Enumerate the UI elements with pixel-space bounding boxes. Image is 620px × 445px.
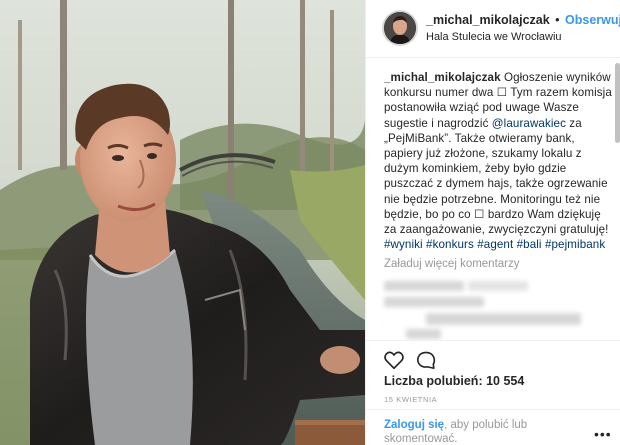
hashtag-link[interactable]: #pejmibank: [545, 238, 605, 251]
follow-button[interactable]: Obserwuj: [565, 13, 620, 27]
scrollbar-thumb[interactable]: [615, 63, 620, 143]
avatar[interactable]: [382, 10, 418, 46]
heart-icon[interactable]: [383, 349, 405, 371]
load-more-comments-button[interactable]: Załaduj więcej komentarzy: [384, 258, 520, 270]
caption-missing-glyph-1: ☐: [493, 86, 508, 100]
likes-count[interactable]: Liczba polubień: 10 554: [384, 374, 524, 388]
portrait-photo-illustration: [0, 0, 365, 445]
hashtag-link[interactable]: #bali: [517, 238, 542, 251]
blurred-comment: [468, 281, 528, 291]
caption-username[interactable]: _michal_mikolajczak: [384, 71, 501, 84]
hashtag-link[interactable]: #wyniki: [384, 238, 423, 251]
header-username[interactable]: _michal_mikolajczak: [426, 13, 550, 27]
comments-area: _michal_mikolajczak Ogłoszenie wyników k…: [366, 59, 620, 340]
login-link[interactable]: Zaloguj się: [384, 419, 444, 431]
caption-missing-glyph-2: ☐: [470, 207, 485, 221]
header-username-row: _michal_mikolajczak • Obserwuj: [426, 13, 620, 27]
login-prompt: Zaloguj się, aby polubić lub skomentować…: [366, 409, 620, 445]
location-link[interactable]: Hala Stulecia we Wrocławiu: [426, 31, 562, 43]
blurred-comment: [384, 281, 464, 291]
post-actions: Liczba polubień: 10 554 15 kwietnia Zalo…: [366, 340, 620, 445]
post-side-panel: _michal_mikolajczak • Obserwuj Hala Stul…: [365, 0, 620, 445]
blurred-comment: [406, 329, 441, 339]
login-text: Zaloguj się, aby polubić lub skomentować…: [384, 418, 584, 445]
header-separator: •: [555, 13, 560, 27]
post-photo: [0, 0, 365, 445]
hashtag-link[interactable]: #agent: [477, 238, 513, 251]
caption-mention-link[interactable]: @laurawakiec: [492, 117, 566, 130]
post-date[interactable]: 15 kwietnia: [384, 395, 437, 404]
post-caption: _michal_mikolajczak Ogłoszenie wyników k…: [384, 70, 616, 252]
blurred-comment: [384, 297, 484, 307]
post-header: _michal_mikolajczak • Obserwuj Hala Stul…: [366, 0, 620, 58]
avatar-image: [384, 12, 416, 44]
more-options-icon[interactable]: •••: [594, 426, 612, 442]
comment-bubble-icon[interactable]: [415, 349, 437, 371]
hashtag-link[interactable]: #konkurs: [426, 238, 474, 251]
blurred-comment: [426, 313, 581, 325]
caption-text-3: za „PejMiBank”. Także otwieramy bank, pa…: [384, 116, 608, 221]
comments-scrollbar[interactable]: [615, 59, 620, 340]
